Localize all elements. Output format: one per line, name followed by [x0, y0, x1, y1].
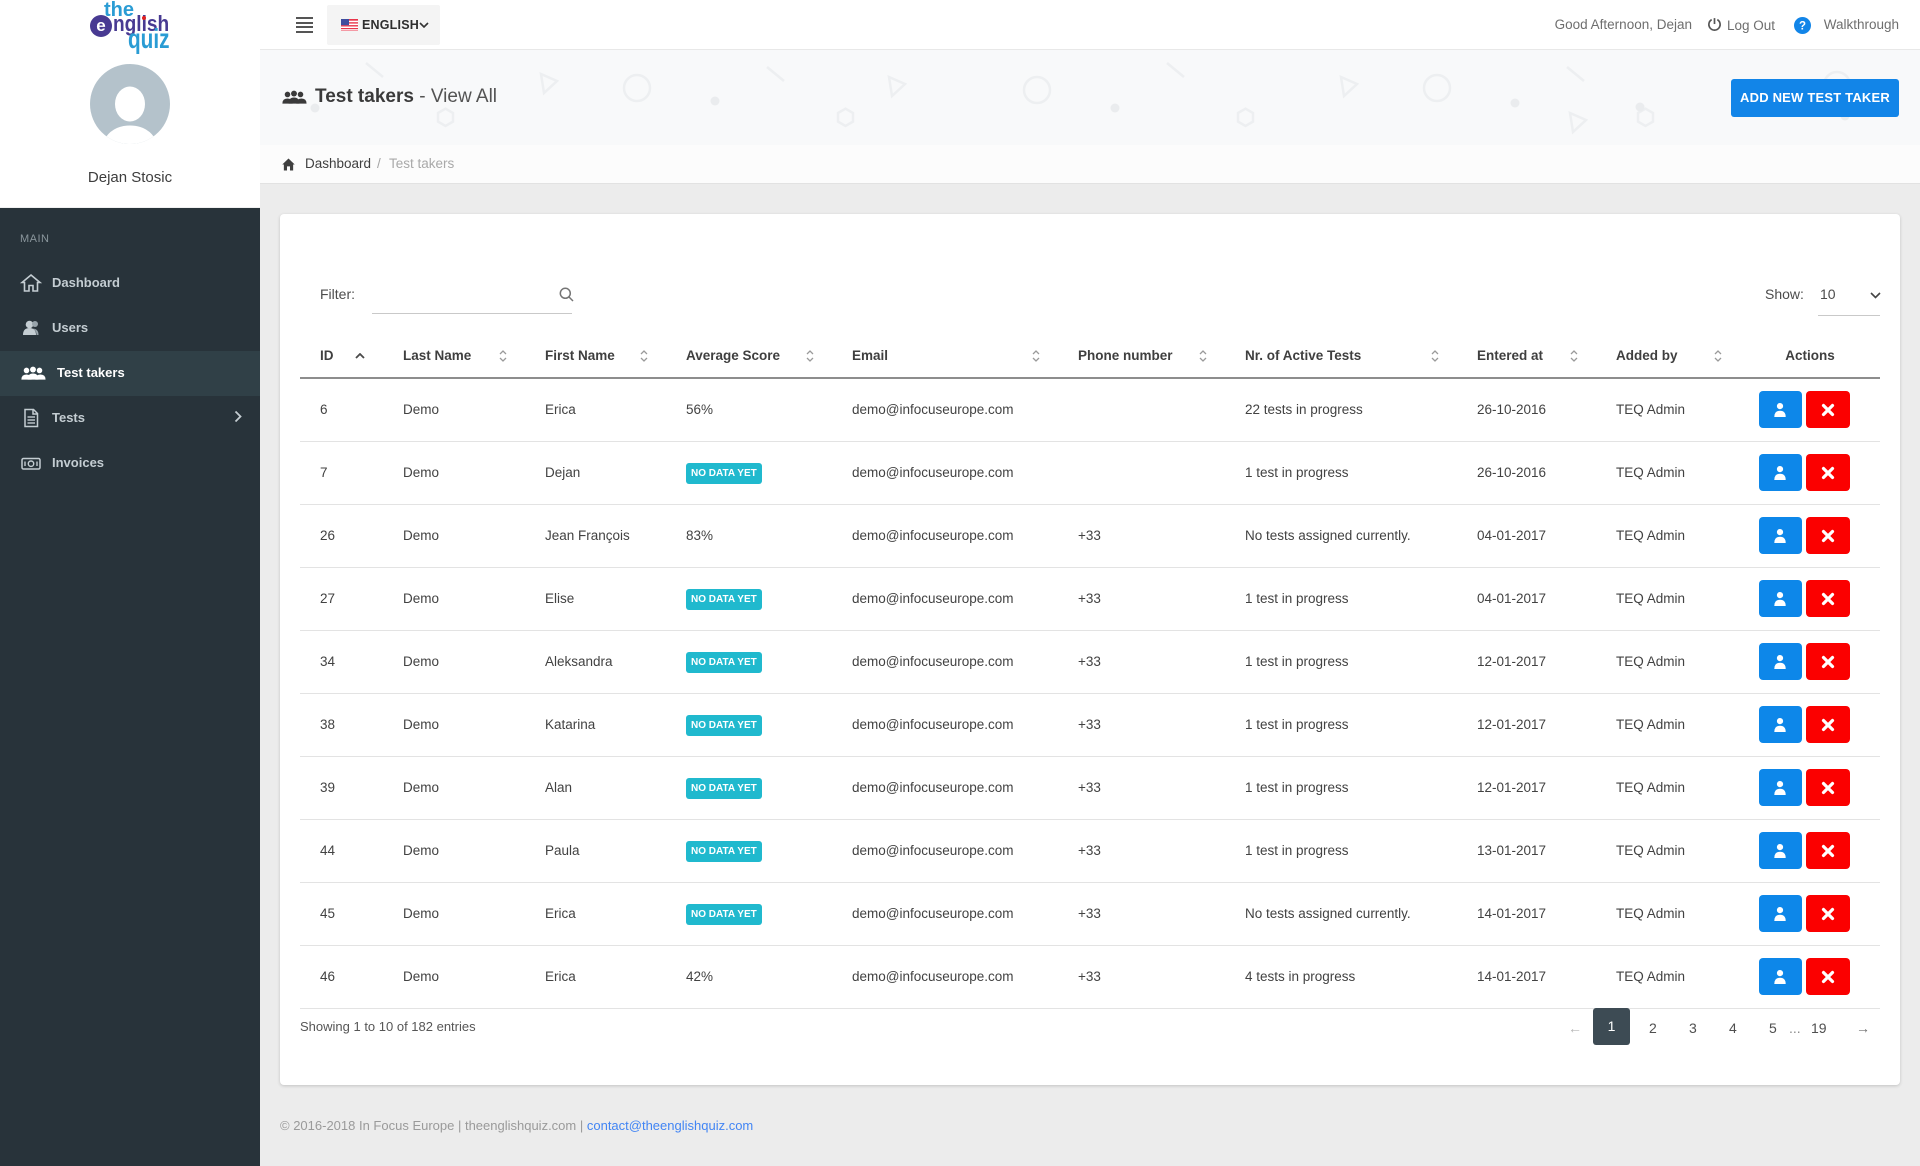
svg-text:?: ? — [1799, 21, 1806, 33]
